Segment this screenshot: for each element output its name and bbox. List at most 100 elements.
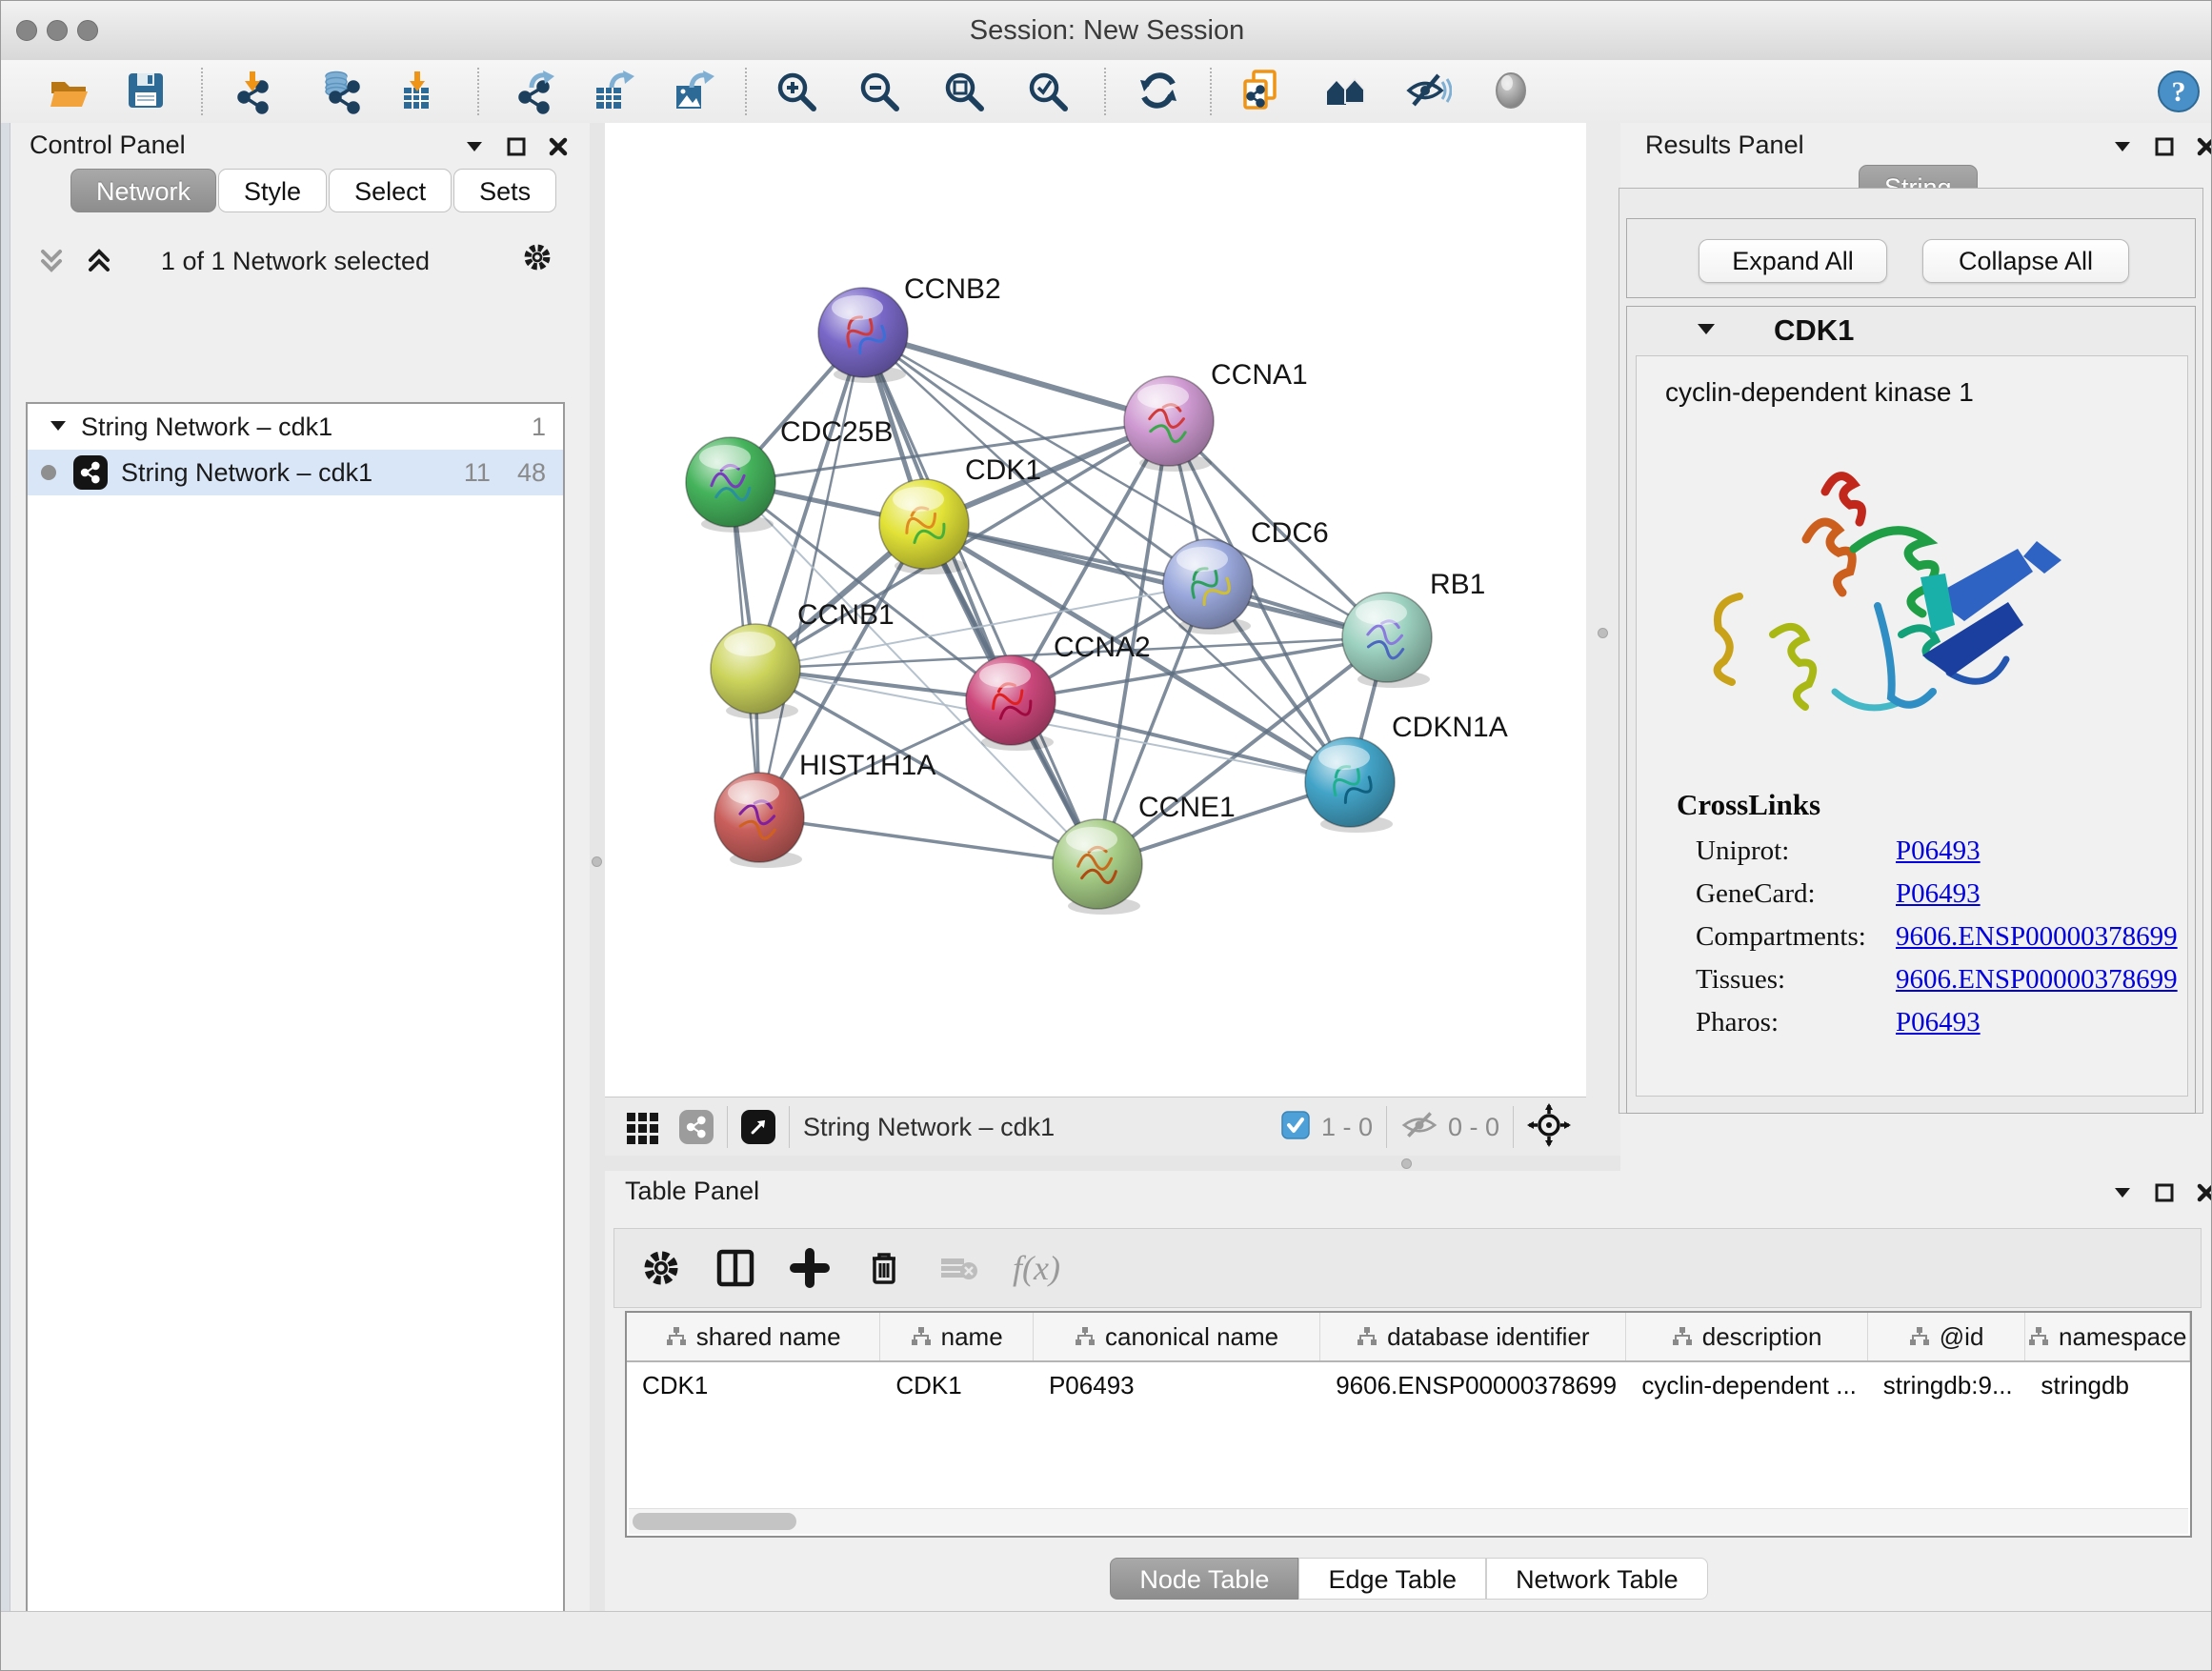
column-header-description[interactable]: description xyxy=(1626,1313,1867,1360)
cytoscape-window: Session: New Session ? Control Panel Net… xyxy=(0,0,2212,1671)
right-splitter[interactable] xyxy=(1586,123,1620,1156)
table-cell[interactable]: stringdb xyxy=(2025,1362,2190,1408)
collection-expand-icon[interactable] xyxy=(49,413,68,442)
folder-open-icon[interactable] xyxy=(48,69,93,114)
network-row[interactable]: String Network – cdk1 11 48 xyxy=(28,450,563,495)
table-cell[interactable]: CDK1 xyxy=(880,1362,1034,1408)
column-header-canonical-name[interactable]: canonical name xyxy=(1034,1313,1320,1360)
control-panel-tabs: NetworkStyleSelectSets xyxy=(70,169,558,212)
table-gear-icon[interactable] xyxy=(633,1240,689,1296)
network-collection-row[interactable]: String Network – cdk1 1 xyxy=(28,404,563,450)
panel-collapse-icon[interactable] xyxy=(458,131,491,163)
left-splitter[interactable] xyxy=(590,123,605,1611)
panel-close-icon[interactable] xyxy=(542,131,574,163)
hidden-eye-icon xyxy=(1400,1109,1438,1146)
help-icon[interactable]: ? xyxy=(2156,69,2202,114)
node-label-CCNA1: CCNA1 xyxy=(1211,359,1308,391)
table-row[interactable]: CDK1CDK1P064939606.ENSP00000378699cyclin… xyxy=(627,1362,2190,1408)
crosslink-link[interactable]: P06493 xyxy=(1896,878,1981,910)
refresh-icon[interactable] xyxy=(1136,69,1182,114)
tab-node-table[interactable]: Node Table xyxy=(1110,1558,1298,1600)
trash-icon[interactable] xyxy=(856,1240,912,1296)
node-HIST1H1A[interactable] xyxy=(714,773,804,868)
zoom-out-icon[interactable] xyxy=(856,69,902,114)
add-column-icon[interactable] xyxy=(782,1240,837,1296)
crosslink-link[interactable]: P06493 xyxy=(1896,836,1981,867)
node-table: shared namenamecanonical namedatabase id… xyxy=(625,1311,2192,1538)
panel-close-icon[interactable] xyxy=(2190,131,2212,163)
birdseye-grid-icon[interactable] xyxy=(622,1099,664,1155)
node-label-RB1: RB1 xyxy=(1430,569,1485,600)
panel-float-icon[interactable] xyxy=(2148,1177,2181,1209)
tab-sets[interactable]: Sets xyxy=(453,169,556,212)
tab-select[interactable]: Select xyxy=(329,169,452,212)
sphere-icon[interactable] xyxy=(1489,69,1535,114)
image-export-icon[interactable] xyxy=(671,69,716,114)
network-export-icon[interactable] xyxy=(511,69,556,114)
column-header-shared-name[interactable]: shared name xyxy=(627,1313,880,1360)
crosslink-link[interactable]: P06493 xyxy=(1896,1007,1981,1038)
crosshair-icon[interactable] xyxy=(1527,1103,1571,1152)
node-CCNB1[interactable] xyxy=(711,624,800,719)
function-builder-icon[interactable]: f(x) xyxy=(1005,1240,1068,1296)
panel-collapse-icon[interactable] xyxy=(2106,1177,2139,1209)
copy-documents-icon[interactable] xyxy=(1238,69,1284,114)
node-label-CCNA2: CCNA2 xyxy=(1054,632,1151,663)
open-external-icon[interactable] xyxy=(741,1110,775,1144)
left-dock-strip xyxy=(1,123,10,1611)
results-panel-title: Results Panel xyxy=(1645,131,1804,160)
node-RB1[interactable] xyxy=(1342,593,1432,688)
column-header-name[interactable]: name xyxy=(880,1313,1034,1360)
table-cell[interactable]: 9606.ENSP00000378699 xyxy=(1320,1362,1626,1408)
gear-icon[interactable] xyxy=(521,241,553,273)
database-import-icon[interactable] xyxy=(321,69,367,114)
section-collapse-icon[interactable] xyxy=(1696,318,1717,344)
collapse-all-button[interactable]: Collapse All xyxy=(1922,239,2129,283)
table-import-icon[interactable] xyxy=(394,69,440,114)
panel-close-icon[interactable] xyxy=(2190,1177,2212,1209)
zoom-selected-icon[interactable] xyxy=(1025,69,1071,114)
node-CDK1[interactable] xyxy=(879,479,969,574)
string-style-icon[interactable] xyxy=(679,1110,714,1144)
tab-network-table[interactable]: Network Table xyxy=(1486,1558,1708,1600)
tab-network[interactable]: Network xyxy=(70,169,216,212)
node-CDC6[interactable] xyxy=(1163,539,1253,634)
expand-all-button[interactable]: Expand All xyxy=(1699,239,1887,283)
table-export-icon[interactable] xyxy=(591,69,636,114)
scrollbar-thumb[interactable] xyxy=(633,1513,796,1530)
column-header--id[interactable]: @id xyxy=(1868,1313,2026,1360)
column-header-namespace[interactable]: namespace xyxy=(2025,1313,2190,1360)
table-cell[interactable]: cyclin-dependent ... xyxy=(1626,1362,1867,1408)
node-CCNA2[interactable] xyxy=(966,655,1056,751)
network-import-icon[interactable] xyxy=(230,69,275,114)
tab-style[interactable]: Style xyxy=(218,169,327,212)
cdk1-section-header[interactable]: CDK1 xyxy=(1627,307,2195,354)
delete-table-icon[interactable] xyxy=(931,1240,986,1296)
node-CDC25B[interactable] xyxy=(686,437,775,533)
zoom-in-icon[interactable] xyxy=(774,69,819,114)
panel-collapse-icon[interactable] xyxy=(2106,131,2139,163)
floppy-save-icon[interactable] xyxy=(124,69,170,114)
node-CCNE1[interactable] xyxy=(1053,819,1142,915)
node-CDKN1A[interactable] xyxy=(1305,737,1395,833)
toolbar-separator xyxy=(1210,68,1212,115)
panel-float-icon[interactable] xyxy=(500,131,533,163)
current-network-dot-icon xyxy=(41,465,56,480)
table-cell[interactable]: stringdb:9... xyxy=(1868,1362,2026,1408)
eye-hide-icon[interactable] xyxy=(1406,69,1452,114)
crosslink-link[interactable]: 9606.ENSP00000378699 xyxy=(1896,921,2178,953)
houses-icon[interactable] xyxy=(1324,69,1370,114)
network-selection-status: 1 of 1 Network selected xyxy=(1,247,590,276)
network-canvas[interactable]: CCNB2CCNA1CDC25BCDK1CDC6RB1CCNB1CCNA2CDK… xyxy=(605,123,1586,1097)
table-cell[interactable]: P06493 xyxy=(1034,1362,1320,1408)
crosslink-link[interactable]: 9606.ENSP00000378699 xyxy=(1896,964,2178,996)
node-CCNA1[interactable] xyxy=(1124,376,1214,472)
table-horizontal-scrollbar[interactable] xyxy=(629,1508,2188,1534)
zoom-fit-icon[interactable] xyxy=(941,69,987,114)
selected-checkbox-icon[interactable] xyxy=(1281,1111,1310,1144)
table-cell[interactable]: CDK1 xyxy=(627,1362,880,1408)
column-header-database-identifier[interactable]: database identifier xyxy=(1320,1313,1626,1360)
panel-float-icon[interactable] xyxy=(2148,131,2181,163)
split-columns-icon[interactable] xyxy=(708,1240,763,1296)
tab-edge-table[interactable]: Edge Table xyxy=(1298,1558,1486,1600)
